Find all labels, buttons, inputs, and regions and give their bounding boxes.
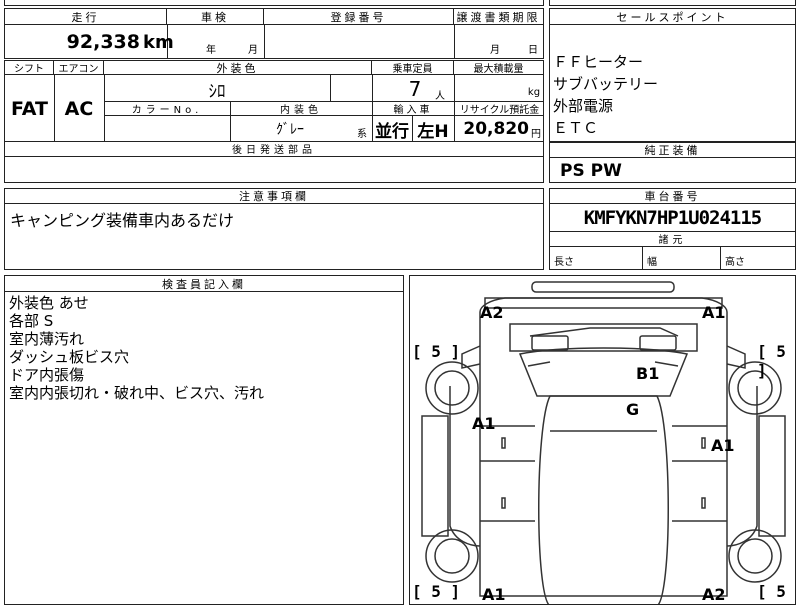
capacity-value: 7: [408, 77, 422, 101]
height-label: 高さ: [725, 256, 745, 268]
registration-header: 登録番号: [264, 9, 454, 25]
dimensions-header: 諸元: [658, 235, 687, 246]
interior-color-suffix: 系: [357, 128, 367, 140]
sales-point-item: サブバッテリー: [553, 75, 659, 93]
import-type-value: 並行: [375, 121, 409, 142]
shift-value: FAT: [11, 98, 48, 120]
damage-mark-rear-left: A1: [482, 585, 506, 604]
interior-color-value: ｸﾞﾚｰ: [276, 122, 304, 138]
inspector-note-line: ダッシュ板ビス穴: [9, 348, 130, 366]
damage-mark-front-left: A2: [480, 303, 504, 322]
tire-tread-front-right: [ 5 ]: [757, 342, 786, 380]
sales-points-list: ＦＦヒーター サブバッテリー 外部電源 ＥＴＣ: [553, 51, 658, 139]
exterior-color-value: ｼﾛ: [208, 81, 226, 102]
notes-box: 注意事項欄 キャンピング装備車内あるだけ: [4, 188, 544, 270]
chassis-number-value: KMFYKN7HP1U024115: [583, 207, 762, 229]
damage-mark-roof-front: B1: [636, 364, 660, 383]
transfer-day-label: 日: [528, 44, 538, 56]
width-label: 幅: [647, 256, 657, 268]
notes-text: キャンピング装備車内あるだけ: [10, 211, 235, 230]
exterior-color-header: 外装色: [104, 61, 372, 75]
mileage-value: 92,338: [66, 31, 140, 53]
inspector-note-line: 外装色 あせ: [9, 294, 89, 312]
recycle-deposit-value: 20,820: [463, 119, 529, 139]
sales-points-header: セールスポイント: [550, 9, 795, 25]
chassis-box: 車台番号 KMFYKN7HP1U024115 諸元 長さ 幅 高さ: [549, 188, 796, 270]
tire-tread-front-left: [ 5 ]: [412, 342, 461, 361]
capacity-header: 乗車定員: [372, 61, 454, 75]
damage-mark-left-side: A1: [472, 414, 496, 433]
vehicle-diagram-box: [ 5 ] [ 5 ] [ 5 ] [ 5 ] A2 A1 B1 G A1 A1…: [409, 275, 796, 605]
spec-table: シフト エアコン 外装色 乗車定員 最大積載量 FAT AC ｼﾛ 7 人 kg…: [4, 60, 544, 183]
sales-points-box: セールスポイント ＦＦヒーター サブバッテリー 外部電源 ＥＴＣ: [549, 8, 796, 142]
inspector-note-line: 室内内張切れ・破れ中、ビス穴、汚れ: [9, 384, 265, 402]
sales-point-item: 外部電源: [553, 97, 614, 115]
color-no-header: カラーNo.: [131, 104, 203, 116]
mileage-unit: km: [143, 31, 174, 53]
inspector-note-line: 室内薄汚れ: [9, 330, 85, 348]
tire-tread-rear-left: [ 5 ]: [412, 582, 461, 601]
recycle-deposit-unit: 円: [531, 128, 541, 140]
capacity-unit: 人: [435, 90, 445, 102]
length-label: 長さ: [554, 256, 574, 268]
inspector-notes-header: 検査員記入欄: [5, 276, 403, 292]
transfer-month-label: 月: [490, 44, 500, 56]
inspector-notes-box: 検査員記入欄 外装色 あせ 各部 S 室内薄汚れ ダッシュ板ビス穴 ドア内張傷 …: [4, 275, 404, 605]
sales-point-item: ＥＴＣ: [553, 119, 599, 137]
shift-header: シフト: [5, 61, 54, 75]
aircon-header: エアコン: [54, 61, 104, 75]
tire-tread-rear-right: [ 5 ]: [757, 582, 786, 604]
inspection-header: 車検: [167, 9, 264, 25]
damage-mark-front-right: A1: [702, 303, 726, 322]
genuine-equipment-value: PS PW: [560, 161, 622, 181]
max-load-unit: kg: [527, 86, 541, 98]
notes-header: 注意事項欄: [5, 189, 543, 204]
sales-point-item: ＦＦヒーター: [553, 53, 644, 71]
top-header-strip: [4, 0, 544, 6]
interior-color-header: 内装色: [280, 104, 322, 116]
inspection-month-label: 月: [248, 44, 258, 56]
genuine-equipment-box: 純正装備 PS PW: [549, 142, 796, 183]
inspector-note-line: ドア内張傷: [9, 366, 85, 384]
steering-value: 左H: [417, 121, 449, 142]
aircon-value: AC: [64, 98, 94, 120]
damage-mark-roof: G: [626, 400, 640, 419]
damage-mark-rear-right: A2: [702, 585, 726, 604]
top-info-table: 走行 車検 登録番号 譲渡書類期限 92,338 km 年 月 月 日: [4, 8, 544, 59]
max-load-header: 最大積載量: [454, 61, 543, 75]
mileage-header: 走行: [5, 9, 167, 25]
later-parts-header: 後日発送部品: [232, 145, 316, 156]
genuine-equipment-header: 純正装備: [550, 143, 795, 158]
import-header: 輸入車: [393, 104, 433, 116]
inspection-year-label: 年: [206, 44, 216, 56]
transfer-deadline-header: 譲渡書類期限: [454, 9, 543, 25]
chassis-header: 車台番号: [550, 189, 795, 204]
inspector-notes-list: 外装色 あせ 各部 S 室内薄汚れ ダッシュ板ビス穴 ドア内張傷 室内内張切れ・…: [9, 294, 264, 402]
inspector-note-line: 各部 S: [9, 312, 54, 330]
recycle-deposit-header: リサイクル預託金: [459, 104, 540, 116]
vehicle-diagram: [421, 281, 786, 604]
top-right-strip: [549, 0, 796, 6]
damage-mark-right-side: A1: [711, 436, 735, 455]
